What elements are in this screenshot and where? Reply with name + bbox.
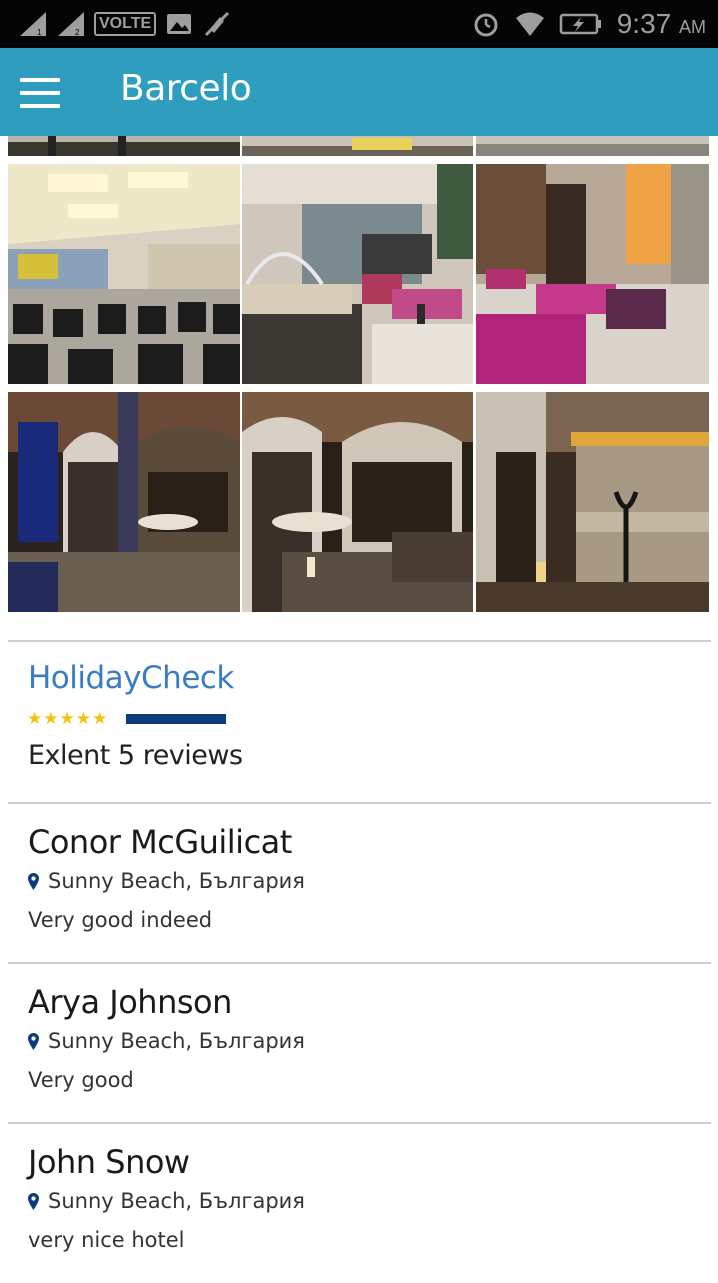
status-right-group: 9:37 AM	[471, 8, 706, 40]
status-bar: 1 2 VOLTE 9:37 AM	[0, 0, 718, 48]
review-location-text: Sunny Beach, България	[48, 1029, 305, 1053]
location-pin-icon	[28, 1032, 39, 1050]
rating-bar-fill	[126, 714, 226, 724]
signal-icon: 2	[58, 12, 84, 37]
review-item[interactable]: John Snow Sunny Beach, България very nic…	[0, 1123, 718, 1283]
reviewer-name: Arya Johnson	[28, 983, 232, 1021]
gallery-photo-restaurant-buffet[interactable]	[242, 164, 473, 384]
app-bar: Barcelo	[0, 48, 718, 136]
wifi-icon	[515, 12, 544, 36]
reviewer-name: Conor McGuilicat	[28, 823, 292, 861]
location-pin-icon	[28, 1192, 39, 1210]
review-item[interactable]: Conor McGuilicat Sunny Beach, България V…	[0, 803, 718, 963]
volte-badge: VOLTE	[94, 12, 157, 36]
gallery-photo-partial[interactable]	[8, 136, 240, 156]
review-location-text: Sunny Beach, България	[48, 1189, 305, 1213]
rating-bar	[126, 714, 226, 724]
clock: 9:37 AM	[616, 8, 706, 39]
svg-text:2: 2	[75, 28, 80, 37]
gallery-photo-spa-hall-blue[interactable]	[8, 392, 240, 612]
rating-source-title[interactable]: HolidayCheck	[28, 660, 234, 696]
status-left-group: 1 2 VOLTE	[18, 8, 232, 40]
svg-text:1: 1	[37, 28, 42, 37]
gallery-photo-conference-hall[interactable]	[8, 164, 240, 384]
mute-icon	[205, 11, 230, 37]
hamburger-menu-icon[interactable]	[20, 78, 60, 108]
gallery-photo-spa-hall-candle[interactable]	[242, 392, 473, 612]
alarm-icon	[474, 13, 498, 37]
gallery-photo-spa-corridor[interactable]	[476, 392, 709, 612]
image-icon	[167, 14, 192, 34]
gallery-photo-restaurant-pink[interactable]	[476, 164, 709, 384]
review-comment: Very good indeed	[28, 908, 213, 932]
review-location-text: Sunny Beach, България	[48, 869, 305, 893]
review-comment: very nice hotel	[28, 1228, 185, 1252]
review-item[interactable]: Arya Johnson Sunny Beach, България Very …	[0, 963, 718, 1123]
signal-icon: 1	[20, 12, 46, 37]
reviewer-name: John Snow	[28, 1143, 190, 1181]
rating-summary: Exlent 5 reviews	[28, 740, 243, 771]
review-comment: Very good	[28, 1068, 134, 1092]
divider	[8, 640, 711, 642]
gallery-photo-partial[interactable]	[242, 136, 473, 156]
app-title: Barcelo	[120, 68, 252, 109]
rating-stars: ★★★★★	[27, 709, 109, 729]
review-location: Sunny Beach, България	[28, 1029, 305, 1053]
gallery-photo-partial[interactable]	[476, 136, 709, 156]
review-location: Sunny Beach, България	[28, 1189, 305, 1213]
battery-charging-icon	[559, 13, 601, 35]
review-location: Sunny Beach, България	[28, 869, 305, 893]
location-pin-icon	[28, 872, 39, 890]
